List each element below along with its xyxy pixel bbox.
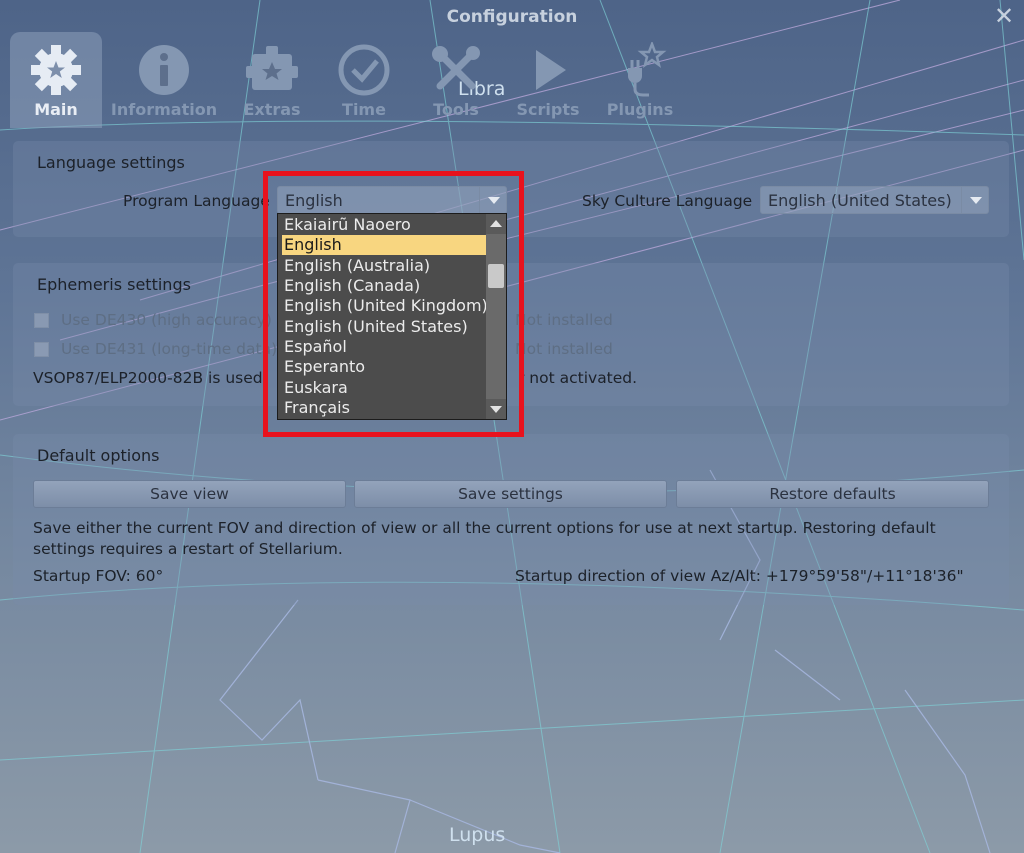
tab-information[interactable]: Information [111,32,217,128]
tab-main-label: Main [34,100,78,119]
default-options-section: Default options Save view Save settings … [13,434,1009,605]
save-settings-button[interactable]: Save settings [354,480,667,508]
ephemeris-note: VSOP87/ELP2000-82B is used [33,369,263,387]
tab-extras-label: Extras [243,100,301,119]
play-icon [536,50,566,90]
startup-fov: Startup FOV: 60° [33,567,164,585]
tab-time-label: Time [342,100,386,119]
chevron-down-icon[interactable] [961,187,988,213]
tab-main[interactable]: Main [10,32,102,128]
gear-icon [31,45,81,95]
ephemeris-settings-title: Ephemeris settings [37,275,191,294]
tab-tools[interactable]: Tools [410,32,502,128]
de430-status: Not installed [515,311,613,329]
tab-extras[interactable]: Extras [226,32,318,128]
language-settings-title: Language settings [37,153,185,172]
highlight-box [263,171,524,437]
close-icon[interactable]: ✕ [992,3,1016,29]
tools-icon [432,46,480,90]
restore-defaults-button[interactable]: Restore defaults [676,480,989,508]
de431-checkbox[interactable] [34,342,49,357]
tab-scripts-label: Scripts [516,100,580,119]
default-options-title: Default options [37,446,160,465]
puzzle-gear-icon [246,46,298,90]
de430-checkbox[interactable] [34,313,49,328]
de430-label: Use DE430 (high accuracy) [61,311,272,329]
tab-plugins[interactable]: Plugins [594,32,686,128]
info-icon [139,45,189,95]
sky-culture-language-label: Sky Culture Language [582,192,753,210]
sky-culture-language-select[interactable]: English (United States) [760,186,989,214]
window-title: Configuration [446,7,578,27]
title-bar[interactable]: Configuration ✕ [0,0,1024,34]
tab-tools-label: Tools [433,100,479,119]
save-view-button[interactable]: Save view [33,480,346,508]
ephemeris-note-end: r not activated. [518,369,638,387]
clock-check-icon [338,44,390,96]
sky-culture-language-value: English (United States) [768,191,952,210]
startup-direction: Startup direction of view Az/Alt: +179°5… [515,567,964,585]
plug-star-icon [628,42,667,97]
defaults-description: Save either the current FOV and directio… [33,519,936,558]
configuration-dialog: Configuration ✕ Main Information Extras … [0,0,1024,853]
program-language-label: Program Language [123,192,270,210]
de431-label: Use DE431 (long-time data) [61,340,278,358]
tab-plugins-label: Plugins [606,100,674,119]
de431-status: Not installed [515,340,613,358]
tab-scripts[interactable]: Scripts [502,32,594,128]
tab-information-label: Information [110,100,218,119]
tab-time[interactable]: Time [318,32,410,128]
